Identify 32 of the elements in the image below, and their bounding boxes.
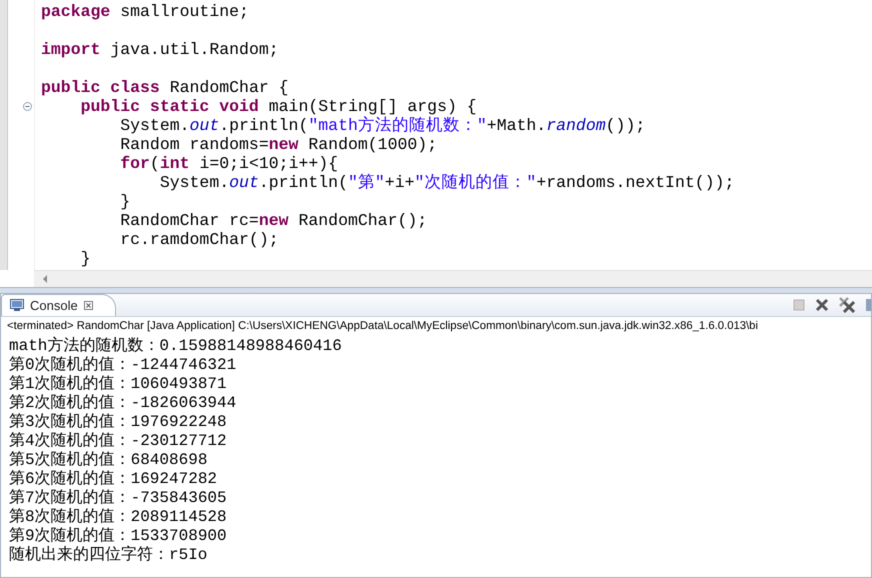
output-line: 第9次随机的值：1533708900 bbox=[9, 527, 227, 545]
output-line: 第3次随机的值：1976922248 bbox=[9, 413, 227, 431]
code-line: public class RandomChar { bbox=[41, 78, 289, 97]
code-line: } bbox=[119, 192, 130, 211]
output-line: 第2次随机的值：-1826063944 bbox=[9, 394, 236, 412]
code-line: package smallroutine; bbox=[41, 2, 249, 21]
code-line: RandomChar rc=new RandomChar(); bbox=[119, 211, 428, 230]
collapse-icon[interactable] bbox=[23, 102, 32, 111]
output-line: 随机出来的四位字符：r5Io bbox=[9, 546, 208, 564]
output-line: 第0次随机的值：-1244746321 bbox=[9, 356, 236, 374]
remove-icon[interactable] bbox=[815, 298, 829, 312]
output-line: 第5次随机的值：68408698 bbox=[9, 451, 208, 469]
close-icon[interactable] bbox=[84, 301, 93, 310]
output-line: 第6次随机的值：169247282 bbox=[9, 470, 218, 488]
monitor-icon bbox=[10, 299, 24, 312]
output-line: 第4次随机的值：-230127712 bbox=[9, 432, 227, 450]
output-line: math方法的随机数：0.15988148988460416 bbox=[9, 337, 342, 355]
code-line: System.out.println("第"+i+"次随机的值："+randoms.nextInt()); bbox=[158, 173, 734, 192]
console-tab[interactable]: Console bbox=[1, 294, 116, 316]
code-line: import java.util.Random; bbox=[41, 40, 279, 59]
process-status: <terminated> RandomChar [Java Application] C:\Users\XICHENG\AppData\Local\MyEclipse\Common\binary\com.sun.java.jdk.win32.x86_1.6.0.013\bi bbox=[6, 319, 759, 334]
code-line: rc.ramdomChar(); bbox=[119, 230, 279, 249]
code-line: Random randoms=new Random(1000); bbox=[119, 135, 438, 154]
output-line: 第1次随机的值：1060493871 bbox=[9, 375, 227, 393]
code-line: public static void main(String[] args) { bbox=[80, 97, 477, 116]
remove-all-icon[interactable] bbox=[839, 297, 855, 313]
code-line: for(int i=0;i<10;i++){ bbox=[119, 154, 338, 173]
output-line: 第7次随机的值：-735843605 bbox=[9, 489, 227, 507]
scroll-left-icon[interactable] bbox=[42, 275, 48, 283]
code-line: } bbox=[80, 249, 91, 268]
output-line: 第8次随机的值：2089114528 bbox=[9, 508, 227, 526]
code-line: System.out.println("math方法的随机数："+Math.random()); bbox=[119, 116, 646, 135]
